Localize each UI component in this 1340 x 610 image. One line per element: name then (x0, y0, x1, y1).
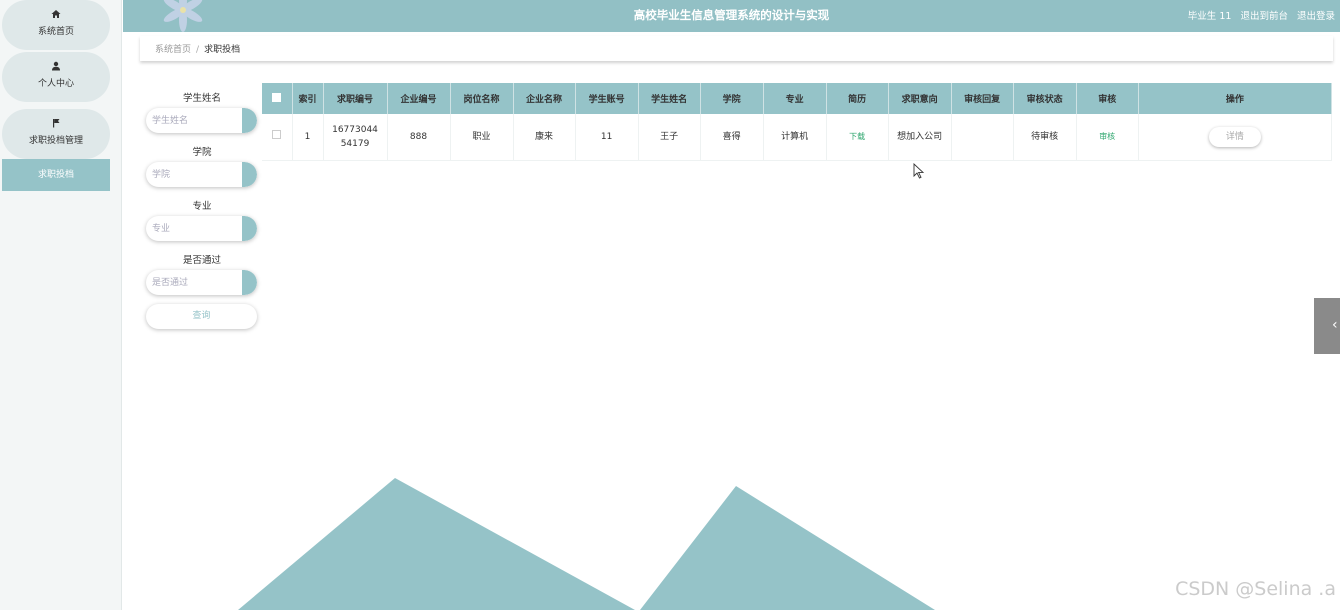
college-field[interactable] (146, 162, 257, 187)
student-name-input[interactable] (146, 108, 242, 133)
mouse-cursor-icon (913, 163, 925, 179)
cell-company-no: 888 (387, 114, 451, 161)
app-title: 高校毕业生信息管理系统的设计与实现 (633, 8, 830, 22)
logout-link[interactable]: 退出登录 (1297, 11, 1335, 22)
cell-review-reply (951, 114, 1014, 161)
search-button[interactable]: 查询 (146, 304, 257, 329)
input-cap (242, 162, 257, 187)
chevron-left-icon: ‹ (1332, 317, 1338, 333)
sidebar-item-application-mgmt[interactable]: 求职投档管理 (2, 109, 110, 159)
detail-button[interactable]: 详情 (1208, 126, 1261, 147)
top-header: 高校毕业生信息管理系统的设计与实现 毕业生 11 退出到前台 退出登录 (123, 0, 1340, 32)
column-header: 企业编号 (387, 83, 451, 114)
sidebar: 系统首页 个人中心 求职投档管理 求职投档 (0, 0, 122, 610)
passed-input[interactable] (146, 270, 242, 295)
column-header: 操作 (1138, 83, 1333, 114)
side-collapse-tab[interactable]: ‹ (1314, 298, 1340, 354)
cell-student-account: 11 (575, 114, 639, 161)
sidebar-item-label: 系统首页 (37, 27, 74, 37)
major-label: 专业 (192, 201, 212, 212)
cell-review: 审核 (1076, 114, 1139, 161)
breadcrumb-current: 求职投档 (204, 45, 241, 55)
cell-major: 计算机 (763, 114, 827, 161)
sidebar-item-home[interactable]: 系统首页 (2, 0, 110, 50)
cell-position: 职业 (450, 114, 514, 161)
cell-action: 详情 (1138, 114, 1333, 161)
input-cap (242, 270, 257, 295)
column-header: 岗位名称 (450, 83, 514, 114)
sidebar-item-label: 个人中心 (37, 79, 74, 89)
watermark: CSDN @Selina .a (1175, 578, 1336, 600)
resume-download-link[interactable]: 下载 (849, 132, 865, 141)
table-header-row: 索引 求职编号 企业编号 岗位名称 企业名称 学生账号 学生姓名 学院 专业 简… (262, 83, 1333, 114)
major-field[interactable] (146, 216, 257, 241)
column-header: 学生姓名 (638, 83, 701, 114)
column-header: 专业 (763, 83, 827, 114)
breadcrumb: 系统首页 / 求职投档 (140, 36, 1333, 61)
cell-index: 1 (292, 114, 324, 161)
mountain-decoration (238, 478, 935, 610)
application-table: 索引 求职编号 企业编号 岗位名称 企业名称 学生账号 学生姓名 学院 专业 简… (262, 83, 1333, 161)
select-all-header[interactable] (262, 83, 293, 114)
breadcrumb-separator: / (196, 45, 200, 55)
cell-company-name: 康来 (513, 114, 576, 161)
flag-icon (2, 118, 110, 130)
column-header: 审核回复 (951, 83, 1014, 114)
passed-field[interactable] (146, 270, 257, 295)
select-all-checkbox[interactable] (272, 92, 282, 102)
college-input[interactable] (146, 162, 242, 187)
breadcrumb-home[interactable]: 系统首页 (155, 45, 191, 55)
row-checkbox[interactable] (272, 129, 282, 139)
sidebar-item-profile[interactable]: 个人中心 (2, 52, 110, 102)
student-name-label: 学生姓名 (182, 93, 221, 104)
column-header: 学院 (700, 83, 764, 114)
row-select-cell[interactable] (262, 114, 293, 161)
column-header: 审核状态 (1013, 83, 1077, 114)
home-icon (2, 9, 110, 21)
student-name-field[interactable] (146, 108, 257, 133)
passed-label: 是否通过 (182, 255, 221, 266)
column-header: 学生账号 (575, 83, 639, 114)
column-header: 求职意向 (888, 83, 952, 114)
column-header: 简历 (826, 83, 889, 114)
review-link[interactable]: 审核 (1099, 132, 1115, 141)
cell-application-no: 1677304454179 (323, 114, 388, 161)
cell-student-name: 王子 (638, 114, 701, 161)
college-label: 学院 (192, 147, 212, 158)
cell-intention: 想加入公司 (888, 114, 952, 161)
sidebar-subitem-application[interactable]: 求职投档 (2, 159, 110, 191)
input-cap (242, 216, 257, 241)
column-header: 企业名称 (513, 83, 576, 114)
cell-review-status: 待审核 (1013, 114, 1077, 161)
major-input[interactable] (146, 216, 242, 241)
column-header: 审核 (1076, 83, 1139, 114)
sidebar-item-label: 求职投档管理 (28, 136, 83, 146)
header-user-area: 毕业生 11 退出到前台 退出登录 (1182, 8, 1335, 22)
input-cap (242, 108, 257, 133)
cell-college: 喜得 (700, 114, 764, 161)
user-icon (2, 61, 110, 73)
cell-resume: 下载 (826, 114, 889, 161)
table-row: 1 1677304454179 888 职业 康来 11 王子 喜得 计算机 下… (262, 114, 1333, 161)
column-header: 求职编号 (323, 83, 388, 114)
column-header: 索引 (292, 83, 324, 114)
current-user: 毕业生 11 (1187, 11, 1232, 22)
back-to-front-link[interactable]: 退出到前台 (1240, 11, 1288, 22)
